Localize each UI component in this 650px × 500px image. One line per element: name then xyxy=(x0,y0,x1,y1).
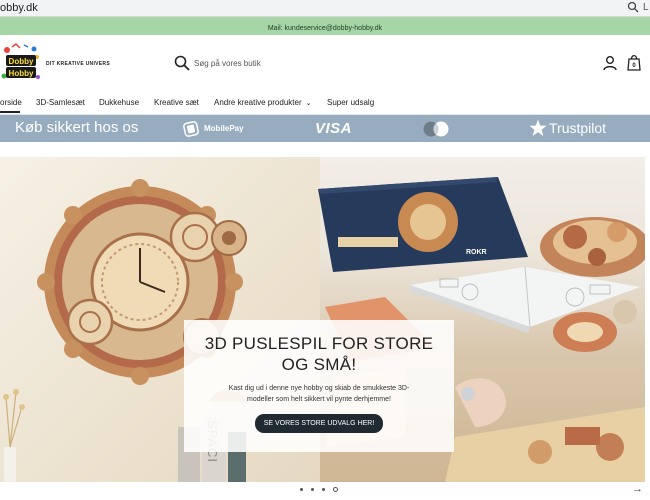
trustpilot-star-icon xyxy=(529,119,547,136)
nav-item-andre-kreative-produkter[interactable]: Andre kreative produkter ⌄ xyxy=(214,98,311,107)
shop-now-button[interactable]: SE VORES STORE UDVALG HER! xyxy=(254,414,384,433)
slide-dot-3[interactable] xyxy=(322,488,325,491)
nav-item-3d-samlesaet[interactable]: 3D-Samlesæt xyxy=(36,98,85,107)
search-icon[interactable] xyxy=(174,55,190,71)
hero-slideshow[interactable]: SPACI ROKR xyxy=(0,157,645,482)
nav-active-indicator xyxy=(0,111,20,113)
box-brand-label: ROKR xyxy=(466,249,487,256)
trustpilot-label: Trustpilot xyxy=(549,120,607,136)
next-slide-arrow-icon[interactable]: → xyxy=(632,483,643,495)
slideshow-pagination xyxy=(296,487,346,493)
announcement-text: Mail: kundeservice@dobby-hobby.dk xyxy=(267,25,383,32)
site-logo[interactable]: Dobby Hobby xyxy=(0,43,42,85)
svg-text:Hobby: Hobby xyxy=(9,69,34,78)
slide-dot-4[interactable] xyxy=(333,487,338,492)
cart-count-badge: 0 xyxy=(632,63,636,69)
browser-profile-label[interactable]: L xyxy=(643,2,649,13)
svg-text:Dobby: Dobby xyxy=(9,57,34,66)
search-input[interactable] xyxy=(194,53,394,73)
visa-logo: VISA xyxy=(315,120,353,137)
address-url[interactable]: obby.dk xyxy=(0,2,38,14)
chevron-down-icon: ⌄ xyxy=(305,100,312,107)
main-navigation: orside 3D-Samlesæt Dukkehuse Kreative sæ… xyxy=(0,91,650,115)
mobilepay-label: MobilePay xyxy=(204,124,244,133)
nav-item-super-udsalg[interactable]: Super udsalg xyxy=(327,98,374,107)
slide-dot-1[interactable] xyxy=(300,488,303,491)
nav-item-kreative-saet[interactable]: Kreative sæt xyxy=(154,98,199,107)
nav-item-label: Andre kreative produkter xyxy=(214,98,302,107)
nav-item-dukkehuse[interactable]: Dukkehuse xyxy=(99,98,139,107)
hero-heading: 3D PUSLESPIL FOR STORE OG SMÅ! xyxy=(204,334,434,374)
gear-decoration xyxy=(211,220,247,256)
trust-title: Køb sikkert hos os xyxy=(15,119,139,136)
zoom-icon[interactable] xyxy=(627,1,639,13)
site-tagline: DIT KREATIVE UNIVERS xyxy=(46,61,110,67)
dried-flowers-illustration xyxy=(3,389,25,482)
announcement-bar: Mail: kundeservice@dobby-hobby.dk xyxy=(0,17,650,35)
slide-dot-2[interactable] xyxy=(311,488,314,491)
browser-address-bar[interactable]: obby.dk L xyxy=(0,0,650,17)
page-edge xyxy=(645,157,650,482)
product-box-illustration xyxy=(318,177,528,272)
trust-banner: Køb sikkert hos os MobilePay VISA Trustp… xyxy=(0,115,650,142)
account-icon[interactable] xyxy=(602,55,618,71)
mastercard-icon xyxy=(423,121,449,137)
nav-item-forside[interactable]: orside xyxy=(0,98,22,107)
site-header: Dobby Hobby DIT KREATIVE UNIVERS 0 xyxy=(0,35,650,91)
hero-overlay-card: 3D PUSLESPIL FOR STORE OG SMÅ! Kast dig … xyxy=(184,320,454,452)
mobilepay-icon xyxy=(183,121,199,137)
hero-description: Kast dig ud i denne nye hobby og skiab d… xyxy=(228,385,410,403)
